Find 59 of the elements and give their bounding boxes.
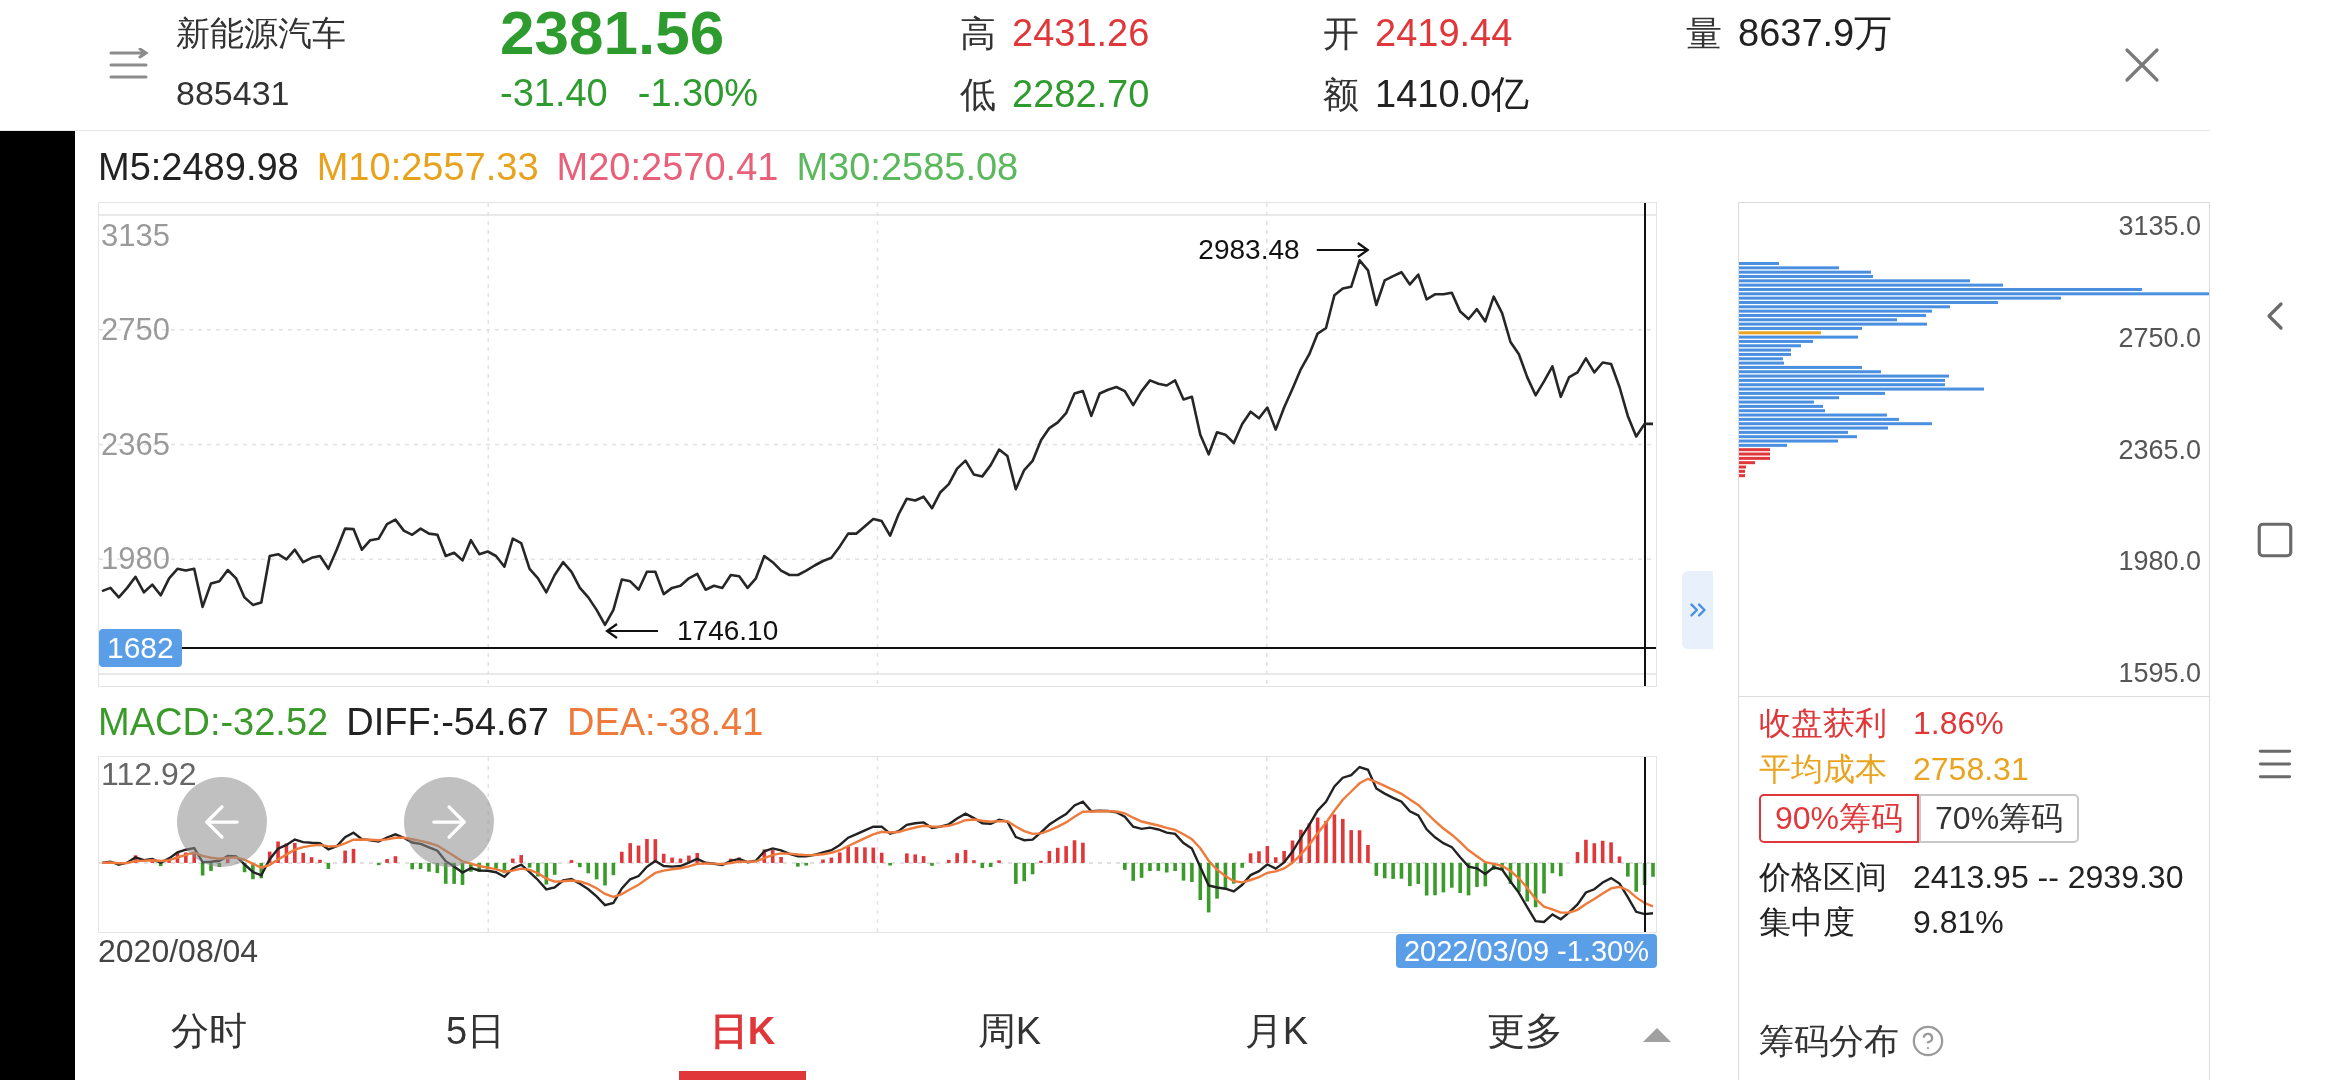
period-tab[interactable]: 更多 bbox=[1461, 990, 1589, 1080]
period-tab[interactable]: 5日 bbox=[412, 990, 539, 1080]
period-tab[interactable]: 月K bbox=[1213, 990, 1340, 1080]
stat-label: 额 bbox=[1323, 73, 1359, 117]
percent-change: -1.30% bbox=[637, 71, 759, 116]
period-tab[interactable]: 分时 bbox=[145, 990, 272, 1080]
index-name: 新能源汽车 bbox=[176, 13, 347, 54]
last-price: 2381.56 bbox=[500, 2, 726, 64]
price-level-label: 3135.0 bbox=[2118, 210, 2201, 242]
stat-label: 开 bbox=[1323, 12, 1359, 56]
low-price-label: 1746.10 bbox=[677, 614, 779, 647]
stat-label: 高 bbox=[960, 12, 996, 56]
detail-label: 集中度 bbox=[1759, 903, 1856, 942]
range-toggle[interactable]: 90%筹码 bbox=[1759, 794, 1920, 843]
macd-reading: DIFF:-54.67 bbox=[346, 699, 549, 745]
help-icon[interactable] bbox=[1911, 1024, 1945, 1058]
stat-label: 收盘获利 bbox=[1759, 704, 1888, 743]
price-level-label: 1595.0 bbox=[2118, 657, 2201, 689]
stat-value: 8637.9万 bbox=[1738, 11, 1893, 56]
stat-value: 2431.26 bbox=[1012, 11, 1150, 56]
stat-value: 1.86% bbox=[1913, 704, 2004, 743]
range-toggle[interactable]: 70%筹码 bbox=[1919, 794, 2080, 843]
y-axis-label: 2750 bbox=[101, 311, 170, 348]
price-level-label: 2750.0 bbox=[2118, 321, 2201, 354]
high-price-label: 2983.48 bbox=[1198, 234, 1300, 267]
detail-label: 价格区间 bbox=[1759, 858, 1888, 897]
stat-label: 量 bbox=[1686, 12, 1722, 56]
stat-value: 1410.0亿 bbox=[1375, 72, 1530, 117]
moving-average-reading: M5:2489.98 bbox=[98, 144, 299, 190]
stat-label: 平均成本 bbox=[1759, 750, 1888, 789]
cursor-date-label: 2022/03/09 -1.30% bbox=[1395, 934, 1657, 968]
moving-average-reading: M20:2570.41 bbox=[556, 144, 779, 190]
y-axis-label: 3135 bbox=[101, 218, 170, 254]
macd-reading: MACD:-32.52 bbox=[98, 699, 329, 745]
stat-value: 2758.31 bbox=[1913, 750, 2029, 789]
stat-value: 2282.70 bbox=[1012, 72, 1150, 117]
period-tab[interactable]: 日K bbox=[679, 990, 806, 1080]
price-level-label: 1980.0 bbox=[2118, 545, 2201, 578]
y-axis-label: 1980 bbox=[101, 541, 170, 578]
caret-up-icon[interactable] bbox=[1642, 1027, 1672, 1043]
crosshair-price-label: 1682 bbox=[99, 629, 182, 668]
right-arrow-icon bbox=[1315, 241, 1370, 260]
macd-axis-label: 112.92 bbox=[101, 757, 197, 791]
start-date-label: 2020/08/04 bbox=[98, 933, 259, 969]
index-code: 885431 bbox=[176, 73, 291, 114]
price-change: -31.40 bbox=[500, 71, 608, 116]
moving-average-reading: M30:2585.08 bbox=[796, 144, 1019, 190]
left-arrow-icon bbox=[605, 621, 659, 640]
detail-value: 2413.95 -- 2939.30 bbox=[1913, 858, 2184, 897]
stat-label: 低 bbox=[960, 73, 996, 117]
period-tab[interactable]: 周K bbox=[946, 990, 1073, 1080]
moving-average-reading: M10:2557.33 bbox=[316, 144, 539, 190]
detail-value: 9.81% bbox=[1913, 903, 2004, 942]
macd-reading: DEA:-38.41 bbox=[566, 699, 764, 745]
price-level-label: 2365.0 bbox=[2118, 433, 2201, 466]
expand-button[interactable] bbox=[1682, 571, 1713, 649]
stat-value: 2419.44 bbox=[1375, 11, 1513, 56]
section-title: 筹码分布 bbox=[1759, 1020, 1899, 1062]
y-axis-label: 2365 bbox=[101, 426, 170, 463]
